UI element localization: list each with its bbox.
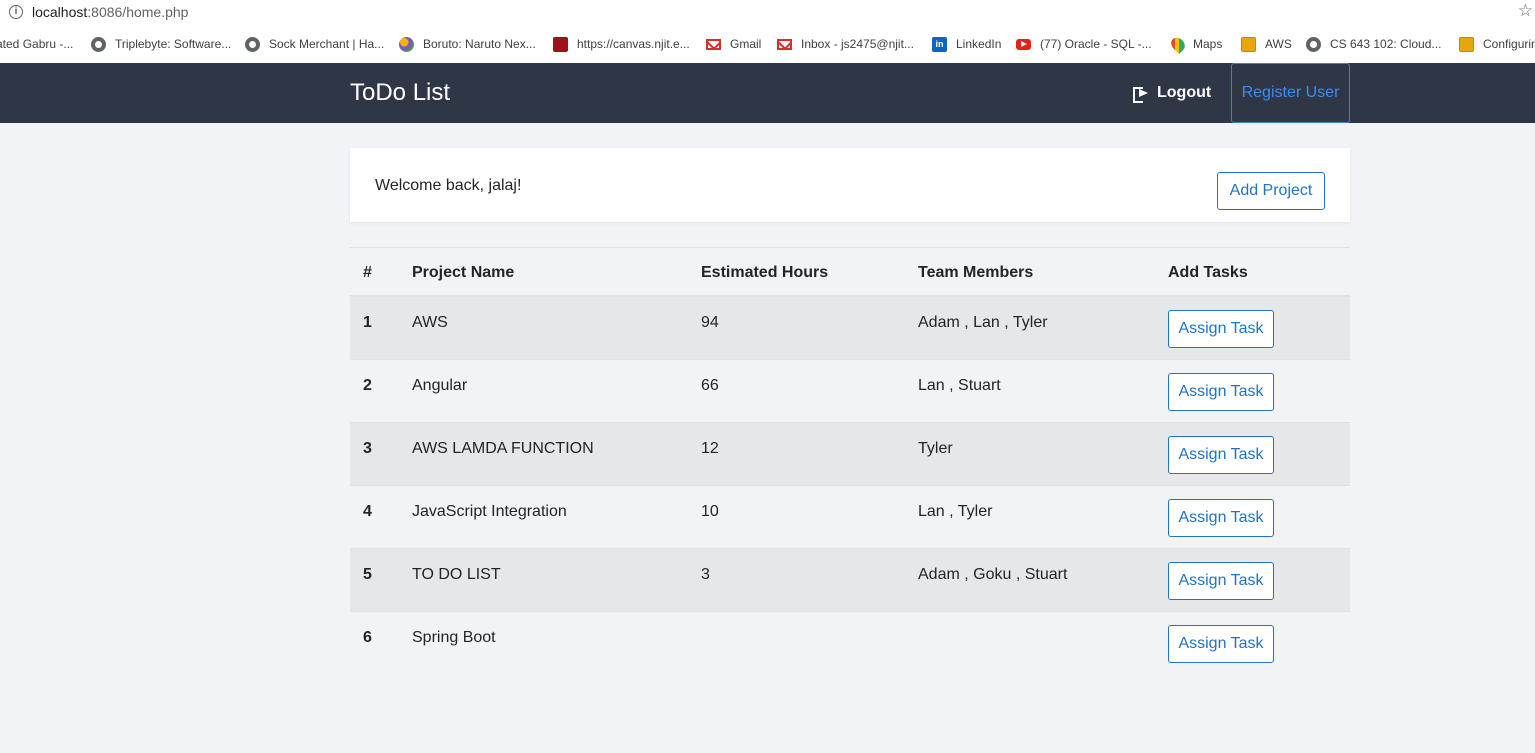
top-navbar: ToDo List Logout Register User xyxy=(0,63,1535,123)
add-project-button[interactable]: Add Project xyxy=(1217,172,1325,210)
browser-address-bar: i localhost:8086/home.php ☆ xyxy=(0,0,1535,25)
url-host: localhost xyxy=(32,4,88,20)
team-members: Lan , Stuart xyxy=(918,377,1001,394)
url-path: :8086/home.php xyxy=(87,4,189,20)
row-number: 6 xyxy=(363,629,372,646)
team-members: Lan , Tyler xyxy=(918,503,993,520)
bookmark-label: ated Gabru -... xyxy=(0,37,74,51)
project-name: TO DO LIST xyxy=(412,566,501,583)
gmail-icon xyxy=(777,38,792,50)
table-row: 2 Angular 66 Lan , Stuart Assign Task xyxy=(350,360,1350,423)
assign-task-button[interactable]: Assign Task xyxy=(1168,310,1274,348)
globe-icon xyxy=(1306,36,1321,52)
logout-label: Logout xyxy=(1157,84,1212,101)
bookmarks-bar: ated Gabru -... Triplebyte: Software... … xyxy=(0,25,1535,63)
bookmark-item[interactable]: Inbox - js2475@njit... xyxy=(777,35,914,53)
estimated-hours: 66 xyxy=(701,377,719,394)
bookmark-label: https://canvas.njit.e... xyxy=(577,37,690,51)
row-number: 1 xyxy=(363,314,372,331)
box-icon xyxy=(1459,36,1474,52)
project-name: AWS LAMDA FUNCTION xyxy=(412,440,594,457)
bookmark-item[interactable]: CS 643 102: Cloud... xyxy=(1306,35,1441,53)
team-members: Adam , Lan , Tyler xyxy=(918,314,1048,331)
assign-task-button[interactable]: Assign Task xyxy=(1168,373,1274,411)
bookmark-label: Configurin xyxy=(1483,37,1535,51)
welcome-card: Welcome back, jalaj! Add Project xyxy=(350,148,1350,222)
team-members: Tyler xyxy=(918,440,953,457)
globe-icon xyxy=(245,36,260,52)
column-header-project-name: Project Name xyxy=(412,264,515,281)
info-icon[interactable]: i xyxy=(9,5,23,19)
globe-icon xyxy=(91,36,106,52)
assign-task-button[interactable]: Assign Task xyxy=(1168,499,1274,537)
bookmark-label: AWS xyxy=(1265,37,1292,51)
estimated-hours: 12 xyxy=(701,440,719,457)
boruto-icon xyxy=(399,36,414,52)
column-header-number: # xyxy=(363,264,372,281)
row-number: 4 xyxy=(363,503,372,520)
table-row: 4 JavaScript Integration 10 Lan , Tyler … xyxy=(350,486,1350,549)
bookmark-item[interactable]: Gmail xyxy=(706,35,761,53)
bookmark-label: LinkedIn xyxy=(956,37,1002,51)
project-name: AWS xyxy=(412,314,448,331)
team-members: Adam , Goku , Stuart xyxy=(918,566,1068,583)
bookmark-item[interactable]: Sock Merchant | Ha... xyxy=(245,35,384,53)
address-url[interactable]: localhost:8086/home.php xyxy=(32,4,188,20)
logout-button[interactable]: Logout xyxy=(1133,84,1212,103)
assign-task-button[interactable]: Assign Task xyxy=(1168,562,1274,600)
column-header-team-members: Team Members xyxy=(918,264,1034,281)
table-row: 6 Spring Boot Assign Task xyxy=(350,612,1350,675)
assign-task-button[interactable]: Assign Task xyxy=(1168,436,1274,474)
youtube-icon xyxy=(1016,38,1031,50)
row-number: 3 xyxy=(363,440,372,457)
bookmark-label: Boruto: Naruto Nex... xyxy=(423,37,536,51)
gmail-icon xyxy=(706,38,721,50)
box-icon xyxy=(1241,36,1256,52)
maps-icon xyxy=(1168,34,1188,54)
linkedin-icon: in xyxy=(932,36,947,52)
assign-task-button[interactable]: Assign Task xyxy=(1168,625,1274,663)
projects-table: # Project Name Estimated Hours Team Memb… xyxy=(350,247,1350,675)
project-name: Angular xyxy=(412,377,468,394)
row-number: 2 xyxy=(363,377,372,394)
bookmark-item[interactable]: (77) Oracle - SQL -... xyxy=(1016,35,1152,53)
welcome-message: Welcome back, jalaj! xyxy=(375,177,522,194)
brand-title[interactable]: ToDo List xyxy=(350,79,450,107)
column-header-estimated-hours: Estimated Hours xyxy=(701,264,829,281)
row-number: 5 xyxy=(363,566,372,583)
estimated-hours: 94 xyxy=(701,314,719,331)
project-name: JavaScript Integration xyxy=(412,503,567,520)
logout-icon xyxy=(1133,85,1149,103)
bookmark-item[interactable]: ated Gabru -... xyxy=(0,35,73,53)
bookmark-label: Triplebyte: Software... xyxy=(115,37,232,51)
bookmark-item[interactable]: in LinkedIn xyxy=(932,35,1001,53)
star-icon[interactable]: ☆ xyxy=(1518,1,1533,21)
canvas-icon xyxy=(553,36,568,52)
bookmark-item[interactable]: Maps xyxy=(1168,34,1223,54)
bookmark-item[interactable]: Configurin xyxy=(1459,35,1535,53)
bookmark-label: Maps xyxy=(1193,37,1223,51)
bookmark-item[interactable]: Triplebyte: Software... xyxy=(91,35,231,53)
table-row: 5 TO DO LIST 3 Adam , Goku , Stuart Assi… xyxy=(350,549,1350,612)
bookmark-label: Inbox - js2475@njit... xyxy=(801,37,914,51)
bookmark-label: CS 643 102: Cloud... xyxy=(1330,37,1442,51)
bookmark-item[interactable]: Boruto: Naruto Nex... xyxy=(399,35,536,53)
bookmark-label: Sock Merchant | Ha... xyxy=(269,37,385,51)
estimated-hours: 3 xyxy=(701,566,710,583)
table-row: 3 AWS LAMDA FUNCTION 12 Tyler Assign Tas… xyxy=(350,423,1350,486)
bookmark-label: (77) Oracle - SQL -... xyxy=(1040,37,1152,51)
bookmark-item[interactable]: https://canvas.njit.e... xyxy=(553,35,690,53)
estimated-hours: 10 xyxy=(701,503,719,520)
table-header: # Project Name Estimated Hours Team Memb… xyxy=(350,248,1350,297)
register-user-button[interactable]: Register User xyxy=(1231,63,1350,123)
project-name: Spring Boot xyxy=(412,629,496,646)
table-row: 1 AWS 94 Adam , Lan , Tyler Assign Task xyxy=(350,297,1350,360)
column-header-add-tasks: Add Tasks xyxy=(1168,264,1248,281)
bookmark-item[interactable]: AWS xyxy=(1241,35,1292,53)
bookmark-label: Gmail xyxy=(730,37,762,51)
